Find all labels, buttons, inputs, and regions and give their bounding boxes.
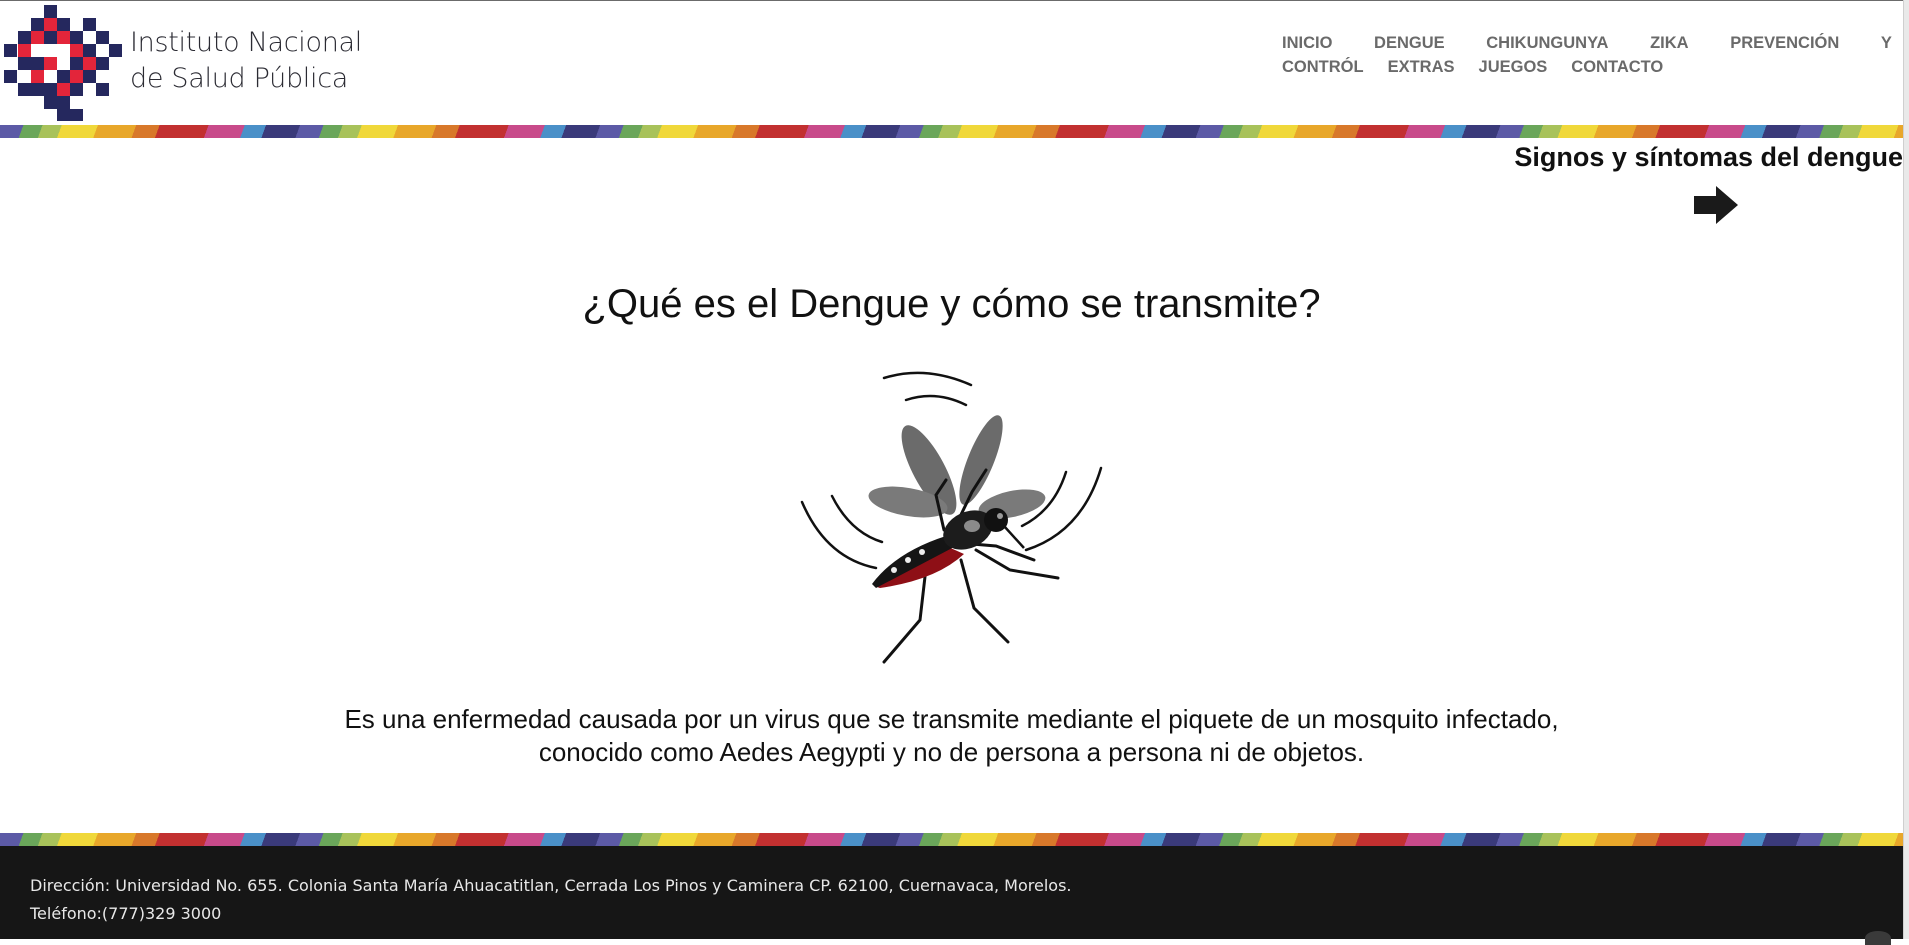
nav-item-contacto[interactable]: CONTACTO (1571, 58, 1663, 77)
rainbow-divider-bottom (0, 833, 1903, 846)
nav-row-2: CONTRÓL EXTRAS JUEGOS CONTACTO (1282, 55, 1892, 79)
next-topic-title[interactable]: Signos y síntomas del dengue (1514, 142, 1903, 173)
scroll-top-icon[interactable] (1865, 931, 1891, 945)
insp-logo-icon[interactable] (4, 5, 122, 121)
scrollbar[interactable] (1903, 0, 1909, 939)
logo-line-1: Instituto Nacional (130, 27, 362, 58)
footer-phone: Teléfono:(777)329 3000 (30, 904, 222, 923)
site-header: Instituto Nacional de Salud Pública INIC… (0, 1, 1903, 125)
nav-item-prevencion[interactable]: PREVENCIÓN (1730, 34, 1839, 53)
nav-row-1: INICIO DENGUE CHIKUNGUNYA ZIKA PREVENCIÓ… (1282, 31, 1892, 55)
page-description: Es una enfermedad causada por un virus q… (0, 703, 1903, 769)
nav-item-juegos[interactable]: JUEGOS (1479, 58, 1548, 77)
page-title: ¿Qué es el Dengue y cómo se transmite? (582, 282, 1321, 326)
mosquito-icon (796, 360, 1108, 670)
rainbow-divider-top (0, 125, 1903, 138)
nav-item-prevencion-y[interactable]: Y (1881, 34, 1892, 53)
logo-line-2: de Salud Pública (130, 63, 349, 94)
logo-wordmark[interactable]: Instituto Nacional de Salud Pública (130, 25, 370, 97)
site-footer: Dirección: Universidad No. 655. Colonia … (0, 846, 1903, 945)
main-nav: INICIO DENGUE CHIKUNGUNYA ZIKA PREVENCIÓ… (1282, 31, 1892, 79)
footer-address: Dirección: Universidad No. 655. Colonia … (30, 876, 1072, 895)
arrow-right-icon[interactable] (1694, 186, 1739, 224)
description-line-2: conocido como Aedes Aegypti y no de pers… (538, 737, 1365, 767)
nav-item-zika[interactable]: ZIKA (1650, 34, 1689, 53)
nav-item-extras[interactable]: EXTRAS (1388, 58, 1455, 77)
nav-item-dengue[interactable]: DENGUE (1374, 34, 1445, 53)
nav-item-control[interactable]: CONTRÓL (1282, 58, 1364, 77)
next-topic-link[interactable]: Signos y síntomas del dengue (1514, 142, 1903, 224)
nav-item-inicio[interactable]: INICIO (1282, 34, 1332, 53)
nav-item-chikungunya[interactable]: CHIKUNGUNYA (1486, 34, 1608, 53)
description-line-1: Es una enfermedad causada por un virus q… (344, 704, 1559, 734)
